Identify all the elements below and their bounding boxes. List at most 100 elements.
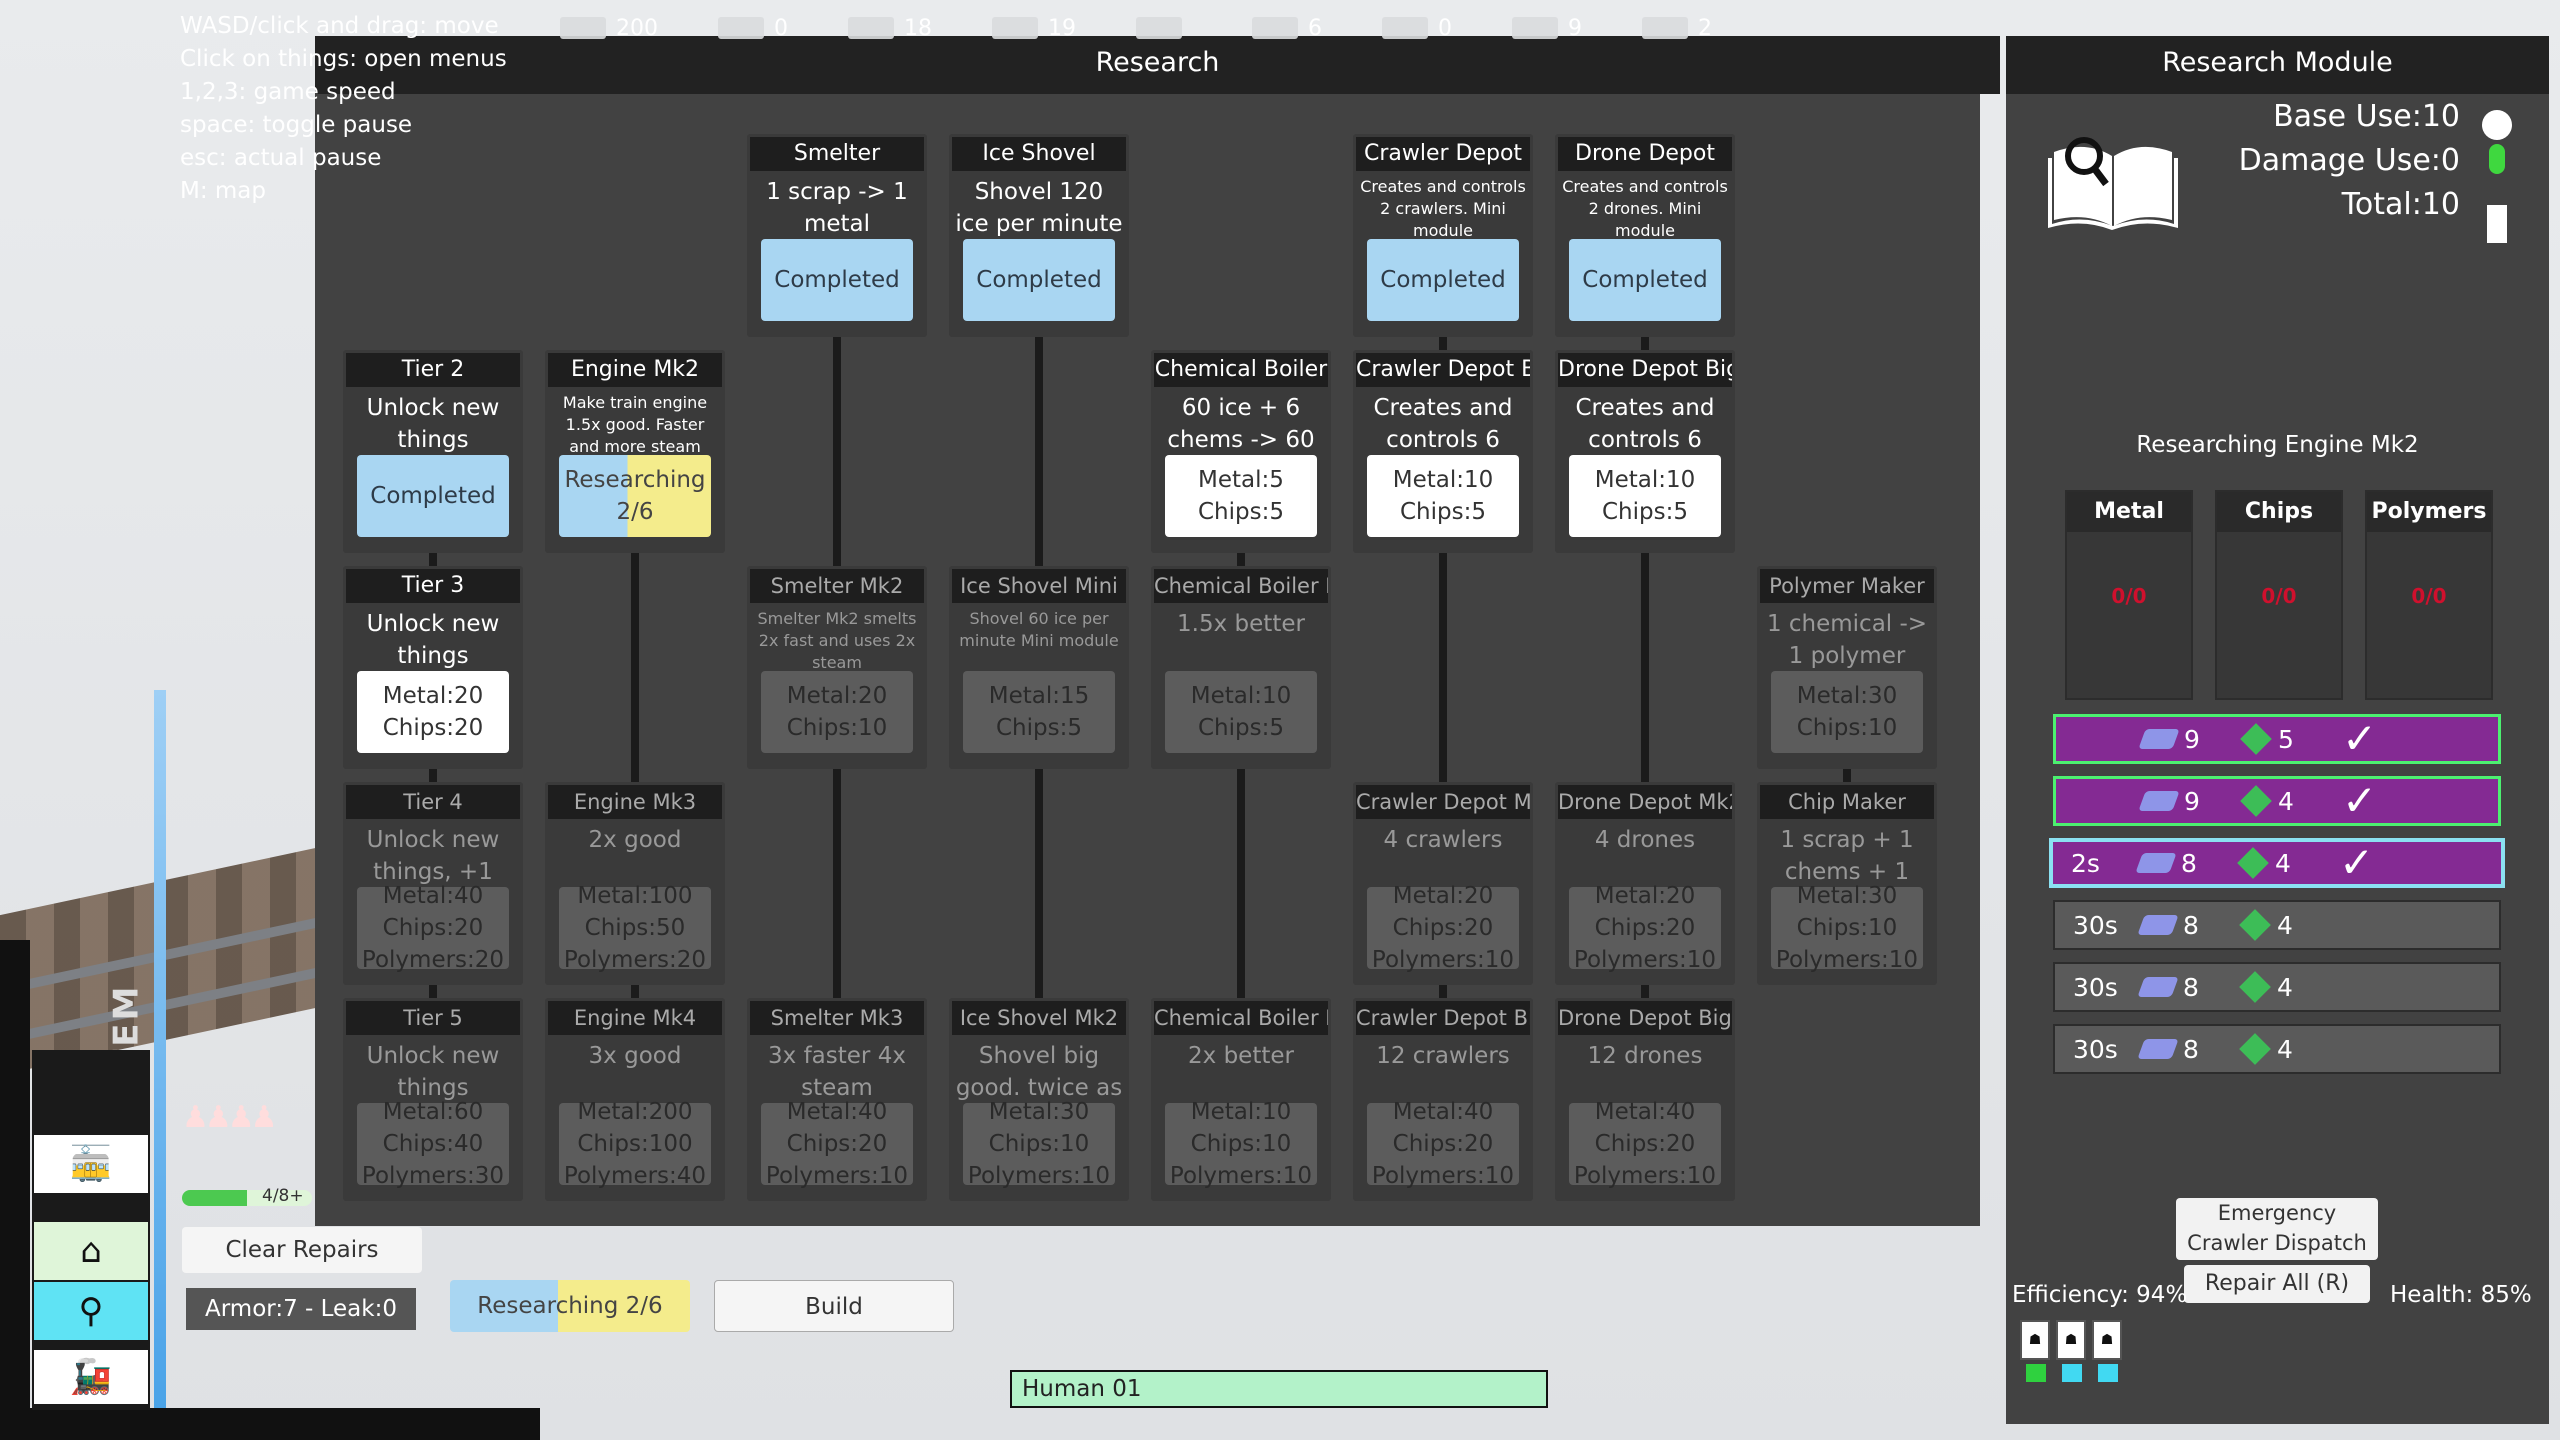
research-node-crawler-depot[interactable]: Crawler Depot Creates and controls 2 craw… xyxy=(1353,134,1533,337)
research-node-button[interactable]: Metal:20 Chips:20 xyxy=(357,671,509,753)
research-node-button[interactable]: Metal:30 Chips:10 xyxy=(1771,671,1923,753)
research-node-title: Tier 5 xyxy=(346,1001,520,1035)
crawler-icon xyxy=(1252,17,1298,39)
chip-icon xyxy=(2240,785,2272,817)
resource-scrap: 200 xyxy=(560,10,658,46)
research-node-chem-boiler-mk3[interactable]: Chemical Boiler Mk32x betterMetal:10 Chi… xyxy=(1151,998,1331,1201)
research-node-title: Smelter xyxy=(750,137,924,171)
locomotive-tab-icon[interactable]: 🚂 xyxy=(34,1350,148,1404)
research-node-button[interactable]: Metal:5 Chips:5 xyxy=(1165,455,1317,537)
research-node-button[interactable]: Completed xyxy=(1367,239,1519,321)
queue-row[interactable]: 30s 8 4 xyxy=(2053,900,2501,950)
research-node-button[interactable]: Metal:30 Chips:10 Polymers:10 xyxy=(1771,883,1923,973)
research-tab-icon[interactable]: ⚲ xyxy=(34,1282,148,1340)
research-node-button[interactable]: Metal:20 Chips:10 xyxy=(761,671,913,753)
research-node-crawler-depot-mk2[interactable]: Crawler Depot Mk24 crawlersMetal:20 Chip… xyxy=(1353,782,1533,985)
research-node-title: Tier 2 xyxy=(346,353,520,387)
research-node-title: Drone Depot Big Mk2 xyxy=(1558,1001,1732,1035)
power-knob[interactable] xyxy=(2482,110,2512,140)
queue-metal: 8 xyxy=(2137,1035,2241,1064)
research-node-button[interactable]: Metal:10 Chips:5 xyxy=(1367,455,1519,537)
ice-icon xyxy=(848,17,894,39)
research-node-desc: 60 ice + 6 chems -> 60 steam/m xyxy=(1167,395,1315,453)
research-node-tier3[interactable]: Tier 3 Unlock new things Metal:20 Chips:20 xyxy=(343,566,523,769)
research-node-button[interactable]: Metal:10 Chips:10 Polymers:10 xyxy=(1165,1099,1317,1189)
research-node-button[interactable]: Metal:40 Chips:20 Polymers:10 xyxy=(1569,1099,1721,1189)
research-node-engine-mk4[interactable]: Engine Mk4 3x good Metal:200 Chips:100 Pol… xyxy=(545,998,725,1201)
queue-row[interactable]: 2s 8 4 ✓ xyxy=(2049,838,2505,888)
repair-all-button[interactable]: Repair All (R) xyxy=(2184,1265,2370,1303)
research-node-drone-depot-big-mk2[interactable]: Drone Depot Big Mk212 dronesMetal:40 Chi… xyxy=(1555,998,1735,1201)
research-node-button[interactable]: Metal:200 Chips:100 Polymers:40 xyxy=(559,1099,711,1189)
home-tab-icon[interactable]: ⌂ xyxy=(34,1222,148,1280)
research-node-button[interactable]: Metal:40 Chips:20 Polymers:20 xyxy=(357,883,509,973)
train-tab-icon[interactable]: 🚋 xyxy=(34,1135,148,1193)
human-name-field[interactable]: Human 01 xyxy=(1010,1370,1548,1408)
queue-row[interactable]: 9 5 ✓ xyxy=(2053,714,2501,764)
research-node-desc: Smelter Mk2 smelts 2x fast and uses 2x s… xyxy=(757,609,917,672)
crew-icon[interactable]: ☗ xyxy=(2056,1320,2086,1360)
research-node-title: Tier 3 xyxy=(346,569,520,603)
research-node-desc: Shovel 60 ice per minute Mini module xyxy=(959,609,1119,650)
research-node-button[interactable]: Metal:40 Chips:20 Polymers:10 xyxy=(1367,1099,1519,1189)
research-node-drone-depot[interactable]: Drone Depot Creates and controls 2 drones… xyxy=(1555,134,1735,337)
research-node-button[interactable]: Metal:10 Chips:5 xyxy=(1165,671,1317,753)
build-button[interactable]: Build xyxy=(714,1280,954,1332)
metal-column-header: Metal xyxy=(2067,492,2191,532)
research-node-crawler-depot-big-mk2[interactable]: Crawler Depot Big Mk212 crawlersMetal:40… xyxy=(1353,998,1533,1201)
armor-leak-label: Armor:7 - Leak:0 xyxy=(186,1288,416,1330)
research-node-crawler-depot-big[interactable]: Crawler Depot Big Creates and controls 6 … xyxy=(1353,350,1533,553)
research-node-title: Crawler Depot Mk2 xyxy=(1356,785,1530,819)
resource-tool: 2 xyxy=(1642,10,1712,46)
research-node-button[interactable]: Completed xyxy=(357,455,509,537)
resource-value: 18 xyxy=(904,15,932,41)
emergency-crawler-button[interactable]: Emergency Crawler Dispatch xyxy=(2176,1198,2378,1260)
research-node-button[interactable]: Metal:15 Chips:5 xyxy=(963,671,1115,753)
clear-repairs-button[interactable]: Clear Repairs xyxy=(182,1227,422,1273)
chip-icon xyxy=(2239,1033,2271,1065)
research-node-button[interactable]: Completed xyxy=(1569,239,1721,321)
queue-row[interactable]: 30s 8 4 xyxy=(2053,1024,2501,1074)
research-node-tier4[interactable]: Tier 4Unlock new things, +1 cart capacit… xyxy=(343,782,523,985)
research-node-button[interactable]: Metal:60 Chips:40 Polymers:30 xyxy=(357,1099,509,1189)
research-node-smelter-mk2[interactable]: Smelter Mk2 Smelter Mk2 smelts 2x fast an… xyxy=(747,566,927,769)
research-node-chem-boiler[interactable]: Chemical Boiler 60 ice + 6 chems -> 60 st… xyxy=(1151,350,1331,553)
research-node-button[interactable]: Metal:20 Chips:20 Polymers:10 xyxy=(1569,883,1721,973)
crew-icon[interactable]: ☗ xyxy=(2092,1320,2122,1360)
research-node-chip-maker[interactable]: Chip Maker1 scrap + 1 chems + 1 metal ->… xyxy=(1757,782,1937,985)
queue-chips: 4 xyxy=(2239,1033,2341,1065)
research-node-drone-depot-big[interactable]: Drone Depot Big Creates and controls 6 dr… xyxy=(1555,350,1735,553)
research-node-tier5[interactable]: Tier 5 Unlock new things Metal:60 Chips:40… xyxy=(343,998,523,1201)
research-node-tier2[interactable]: Tier 2 Unlock new things Completed xyxy=(343,350,523,553)
queue-chips: 4 xyxy=(2239,971,2341,1003)
research-node-button[interactable]: Metal:20 Chips:20 Polymers:10 xyxy=(1367,883,1519,973)
research-node-desc: Make train engine 1.5x good. Faster and … xyxy=(562,393,708,456)
researching-button[interactable]: Researching 2/6 xyxy=(450,1280,690,1332)
research-node-button[interactable]: Completed xyxy=(963,239,1115,321)
research-node-ice-shovel-mk2[interactable]: Ice Shovel Mk2 Shovel big good. twice as … xyxy=(949,998,1129,1201)
research-node-smelter[interactable]: Smelter 1 scrap -> 1 metal Completed xyxy=(747,134,927,337)
research-node-engine-mk2[interactable]: Engine Mk2 Make train engine 1.5x good. F… xyxy=(545,350,725,553)
crew-status xyxy=(2026,1364,2118,1382)
research-node-button[interactable]: Metal:30 Chips:10 Polymers:10 xyxy=(963,1099,1115,1189)
research-node-ice-shovel-mini[interactable]: Ice Shovel Mini Shovel 60 ice per minute … xyxy=(949,566,1129,769)
queue-row[interactable]: 9 4 ✓ xyxy=(2053,776,2501,826)
queue-row[interactable]: 30s 8 4 xyxy=(2053,962,2501,1012)
research-node-title: Engine Mk3 xyxy=(548,785,722,819)
crew-icon[interactable]: ☗ xyxy=(2020,1320,2050,1360)
research-node-button[interactable]: Completed xyxy=(761,239,913,321)
research-node-smelter-mk3[interactable]: Smelter Mk33x faster 4x steam compared t… xyxy=(747,998,927,1201)
research-node-button[interactable]: Metal:100 Chips:50 Polymers:20 xyxy=(559,883,711,973)
research-node-engine-mk3[interactable]: Engine Mk3 2x good Metal:100 Chips:50 Poly… xyxy=(545,782,725,985)
research-node-button[interactable]: Researching 2/6 xyxy=(559,455,711,537)
research-node-button[interactable]: Metal:40 Chips:20 Polymers:10 xyxy=(761,1099,913,1189)
research-node-chem-boiler-mk2[interactable]: Chemical Boiler Mk2 1.5x better Metal:10 C… xyxy=(1151,566,1331,769)
people-icon xyxy=(1382,17,1428,39)
research-node-button[interactable]: Metal:10 Chips:5 xyxy=(1569,455,1721,537)
research-node-polymer-maker[interactable]: Polymer Maker 1 chemical -> 1 polymer Meta… xyxy=(1757,566,1937,769)
resource-metal: 0 xyxy=(718,10,788,46)
research-node-ice-shovel[interactable]: Ice Shovel Shovel 120 ice per minute Compl… xyxy=(949,134,1129,337)
research-node-drone-depot-mk2[interactable]: Drone Depot Mk2 4 drones Metal:20 Chips:20… xyxy=(1555,782,1735,985)
power-slider[interactable] xyxy=(2487,205,2507,243)
crew-hp-fill xyxy=(182,1190,247,1206)
